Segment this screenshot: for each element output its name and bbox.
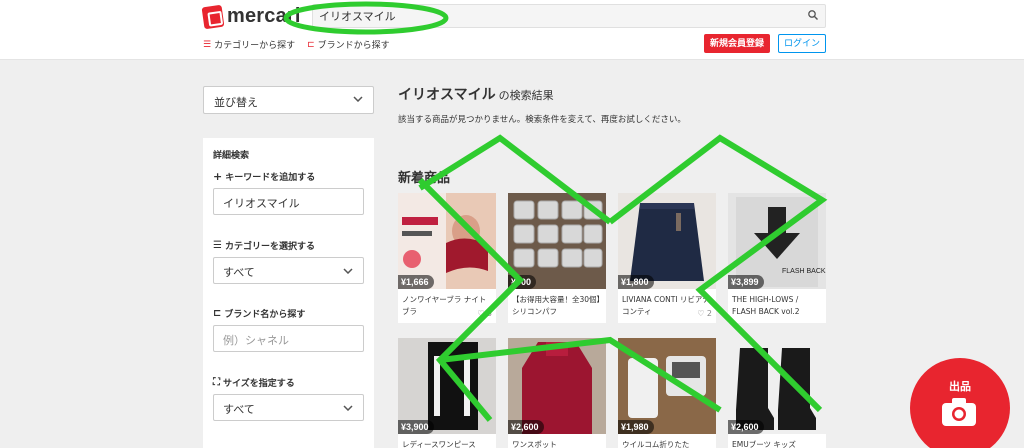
item-price: ¥2,600 <box>508 420 544 434</box>
item-price: ¥1,980 <box>618 420 654 434</box>
search-query: イリオスマイル <box>398 87 496 103</box>
header: mercari ☰ カテゴリーから探す ⊏ ブランドから探す 新規会員登録 ログ… <box>0 0 1024 60</box>
search-result-title: イリオスマイル の検索結果 <box>398 84 554 104</box>
tag-icon: ⊏ <box>307 39 315 50</box>
brand-label-text: ブランド名から探す <box>224 310 306 320</box>
item-card[interactable]: ¥3,900 レディースワンピース <box>398 338 496 448</box>
item-name: ワンスポット <box>512 440 557 448</box>
category-label: ☰ カテゴリーを選択する <box>213 239 364 252</box>
item-name: EMUブーツ キッズ <box>732 440 796 448</box>
camera-icon <box>942 398 976 426</box>
category-label-text: カテゴリーを選択する <box>224 242 315 252</box>
item-price: ¥3,899 <box>728 275 764 289</box>
mercari-logo[interactable]: mercari <box>201 4 301 29</box>
item-likes-count: 2 <box>706 309 712 318</box>
item-image: FLASH BACK ¥3,899 <box>728 193 826 289</box>
item-likes-count: 3 <box>486 309 492 318</box>
item-image: ¥000 <box>508 193 606 289</box>
search-icon[interactable] <box>807 9 819 21</box>
item-likes: ♡ 2 <box>697 309 712 318</box>
sort-select[interactable]: 並び替え <box>203 86 374 114</box>
chevron-down-icon <box>353 96 363 102</box>
item-price: ¥000 <box>508 275 537 289</box>
size-label-text: サイズを指定する <box>223 379 295 389</box>
plus-icon: + <box>213 170 223 183</box>
item-price: ¥2,600 <box>728 420 764 434</box>
item-card[interactable]: ¥000 【お得用大容量！全30個】シリコンパフ <box>508 193 606 323</box>
chevron-down-icon <box>343 405 353 411</box>
item-price: ¥1,800 <box>618 275 654 289</box>
item-name: THE HIGH-LOWS / FLASH BACK vol.2 <box>732 295 800 316</box>
size-icon: ⛶ <box>213 377 220 388</box>
item-name: 【お得用大容量！全30個】シリコンパフ <box>512 295 601 316</box>
svg-text:FLASH BACK: FLASH BACK <box>782 268 826 275</box>
item-image: ¥3,900 <box>398 338 496 434</box>
keyword-label: + キーワードを追加する <box>213 170 364 183</box>
item-card[interactable]: FLASH BACK ¥3,899 THE HIGH-LOWS / FLASH … <box>728 193 826 323</box>
item-image: ¥2,600 <box>508 338 606 434</box>
category-search-link[interactable]: ☰ カテゴリーから探す <box>203 38 296 52</box>
keyword-input[interactable]: イリオスマイル <box>213 188 364 215</box>
sell-button[interactable]: 出品 <box>910 358 1010 448</box>
item-image: ¥2,600 <box>728 338 826 434</box>
tag-icon: ⊏ <box>213 308 222 319</box>
sort-label: 並び替え <box>214 96 258 109</box>
filter-panel: 詳細検索 + キーワードを追加する イリオスマイル ☰ カテゴリーを選択する す… <box>203 138 374 448</box>
logo-text: mercari <box>227 5 301 27</box>
search-input[interactable] <box>319 7 799 25</box>
size-label: ⛶ サイズを指定する <box>213 376 364 389</box>
item-price: ¥3,900 <box>398 420 434 434</box>
search-result-suffix: の検索結果 <box>498 89 554 102</box>
item-image: ¥1,666 <box>398 193 496 289</box>
login-button[interactable]: ログイン <box>778 34 826 53</box>
new-arrivals-title: 新着商品 <box>398 171 451 186</box>
brand-label: ⊏ ブランド名から探す <box>213 307 364 320</box>
brand-search-label: ブランドから探す <box>317 41 390 51</box>
signup-button[interactable]: 新規会員登録 <box>704 34 770 53</box>
header-links: ☰ カテゴリーから探す ⊏ ブランドから探す <box>203 38 390 52</box>
search-box <box>312 4 826 28</box>
list-icon: ☰ <box>203 39 212 50</box>
size-select[interactable]: すべて <box>213 394 364 421</box>
item-name: ウイルコム折りたた <box>622 440 690 448</box>
list-icon: ☰ <box>213 240 222 251</box>
item-image: ¥1,980 <box>618 338 716 434</box>
item-card[interactable]: ¥1,666 ノンワイヤーブラ ナイトブラ ♡ 3 <box>398 193 496 323</box>
chevron-down-icon <box>343 268 353 274</box>
filter-title: 詳細検索 <box>213 151 250 161</box>
item-card[interactable]: ¥2,600 EMUブーツ キッズ <box>728 338 826 448</box>
item-likes: ♡ 3 <box>477 309 492 318</box>
item-card[interactable]: ¥2,600 ワンスポット <box>508 338 606 448</box>
mercari-logo-icon <box>201 4 225 29</box>
item-card[interactable]: ¥1,800 LIVIANA CONTI リビアナコンティ ♡ 2 <box>618 193 716 323</box>
item-card[interactable]: ¥1,980 ウイルコム折りたた <box>618 338 716 448</box>
category-value: すべて <box>223 266 255 279</box>
category-search-label: カテゴリーから探す <box>214 41 296 51</box>
sell-label: 出品 <box>949 380 971 393</box>
brand-input[interactable]: 例）シャネル <box>213 325 364 352</box>
no-result-message: 該当する商品が見つかりません。検索条件を変えて、再度お試しください。 <box>398 115 686 125</box>
size-value: すべて <box>223 403 255 416</box>
brand-search-link[interactable]: ⊏ ブランドから探す <box>307 38 390 52</box>
item-image: ¥1,800 <box>618 193 716 289</box>
item-name: レディースワンピース <box>402 440 476 448</box>
keyword-label-text: キーワードを追加する <box>225 173 316 183</box>
item-price: ¥1,666 <box>398 275 434 289</box>
category-select[interactable]: すべて <box>213 257 364 284</box>
